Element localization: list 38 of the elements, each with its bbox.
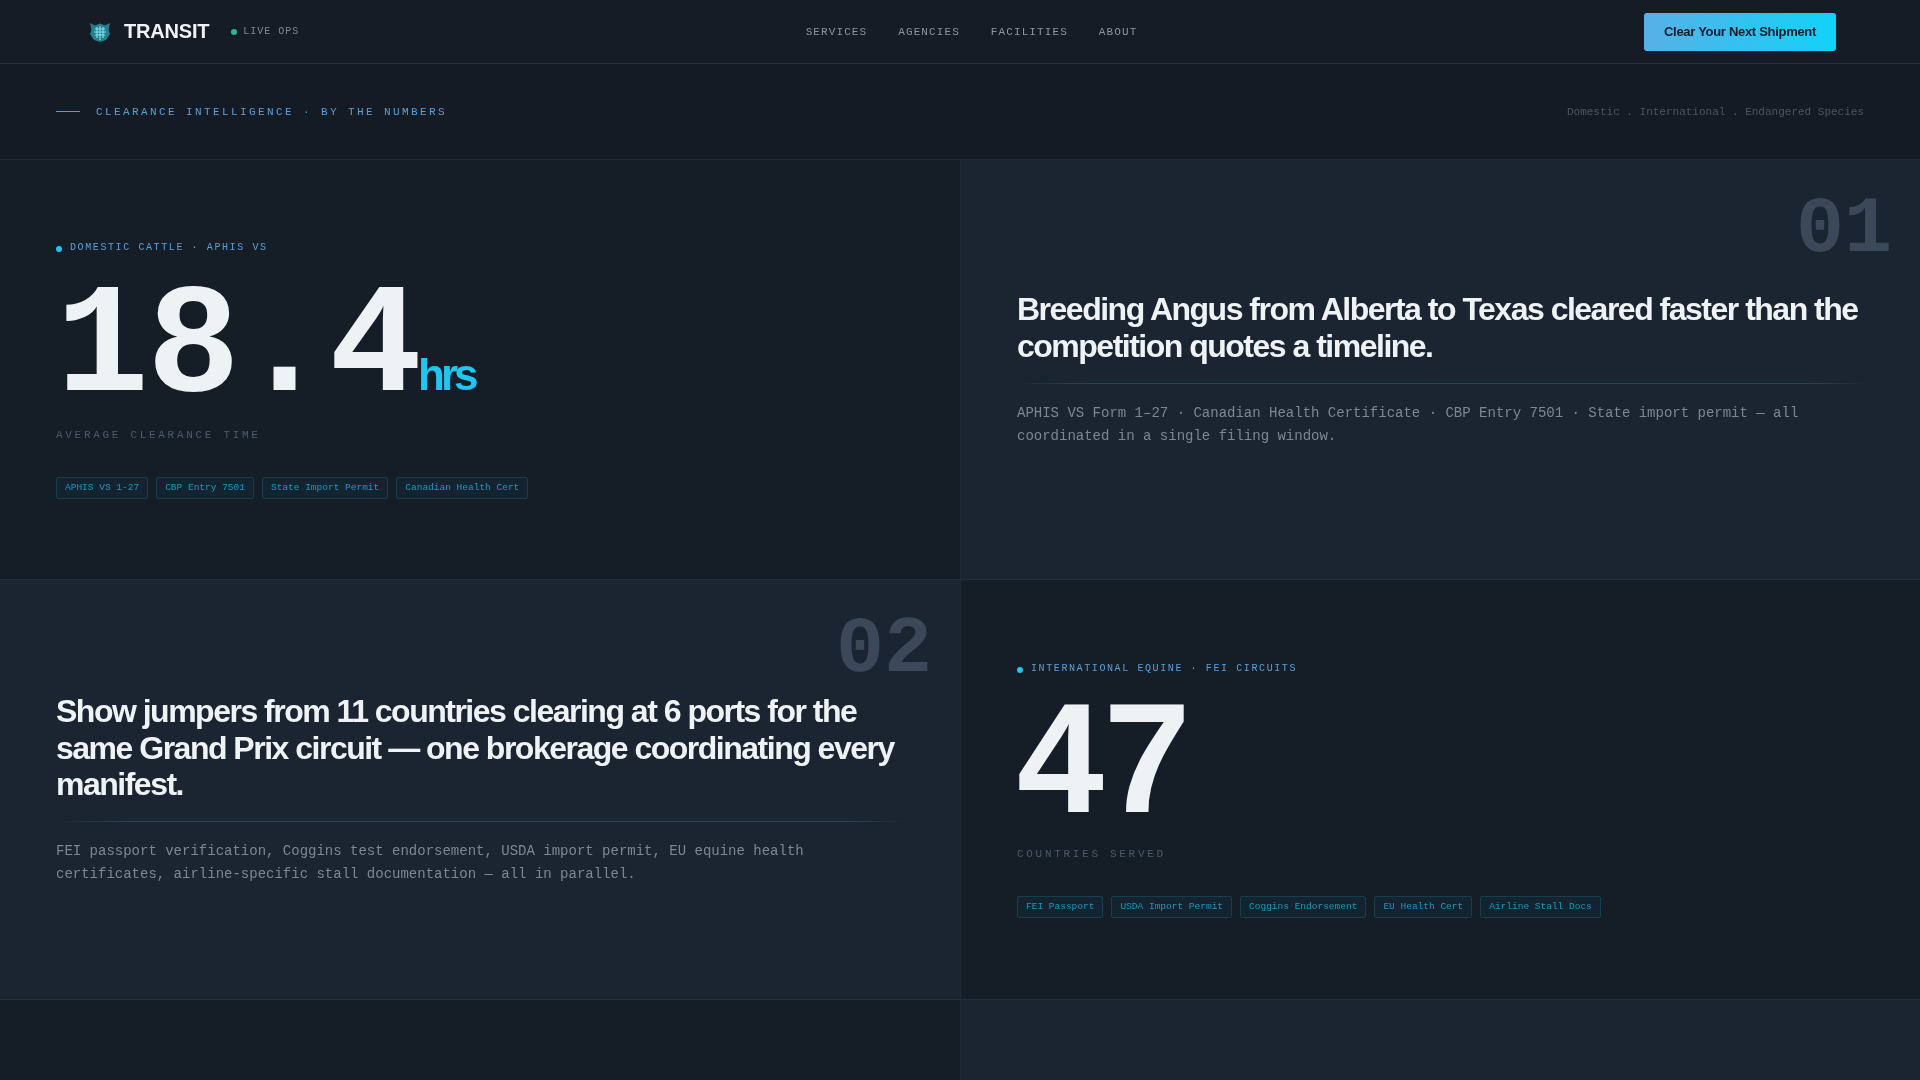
document-chip: Airline Stall Docs [1480,895,1601,918]
bullet-dot-icon [56,246,62,252]
stat-caption: AVERAGE CLEARANCE TIME [56,427,261,442]
accent-line [56,111,80,112]
stat-value: 47 [1017,679,1191,836]
category-label: International [1639,105,1726,118]
nav-link[interactable]: SERVICES [805,25,868,38]
category-label: Domestic [1566,105,1620,118]
story-headline: Show jumpers from 11 countries clearing at 6 ports for the same Grand Prix circuit — one brokerage coordinating every manifest. [56,692,896,804]
crest-icon [89,21,111,42]
nav-link[interactable]: ABOUT [1098,25,1138,38]
document-chip: Canadian Health Cert [396,476,529,499]
separator: . [1731,105,1739,118]
document-chip: Coggins Endorsement [1240,895,1367,918]
document-chip: EU Health Cert [1374,895,1473,918]
brand-name: TRANSIT [124,20,210,43]
separator: . [1626,105,1633,118]
story-headline: Breeding Angus from Alberta to Texas cleared faster than the competition quotes a timeline. [1017,291,1859,365]
stat-caption: COUNTRIES SERVED [1017,846,1166,861]
document-chip: FEI Passport [1017,895,1104,918]
document-chip: CBP Entry 7501 [156,476,254,499]
nav-link[interactable]: AGENCIES [898,25,960,38]
category-label: Endangered Species [1745,105,1864,118]
cta-button[interactable]: Clear Your Next Shipment [1644,12,1836,51]
document-chip: APHIS VS 1-27 [56,476,149,499]
stat-unit: hrs [418,349,475,400]
status-dot-icon [231,28,238,35]
stat-value: 18.4 [56,271,421,427]
category-tag: INTERNATIONAL EQUINE · FEI CIRCUITS [1031,663,1298,674]
category-tag: DOMESTIC CATTLE · APHIS VS [70,242,268,253]
section-eyebrow: CLEARANCE INTELLIGENCE · BY THE NUMBERS [96,105,448,118]
document-chip: USDA Import Permit [1111,895,1233,918]
bullet-dot-icon [1017,667,1023,673]
document-chip: State Import Permit [261,476,389,499]
story-details: APHIS VS Form 1–27 · Canadian Health Certificate · CBP Entry 7501 · State import permit — all coordinated in a single filing window. [1017,403,1800,446]
status-label: LIVE OPS [243,26,300,37]
story-details: FEI passport verification, Coggins test endorsement, USDA import permit, EU equine health certificates, airline-specific stall documentation — all in parallel. [56,842,805,885]
nav-link[interactable]: FACILITIES [990,25,1068,38]
